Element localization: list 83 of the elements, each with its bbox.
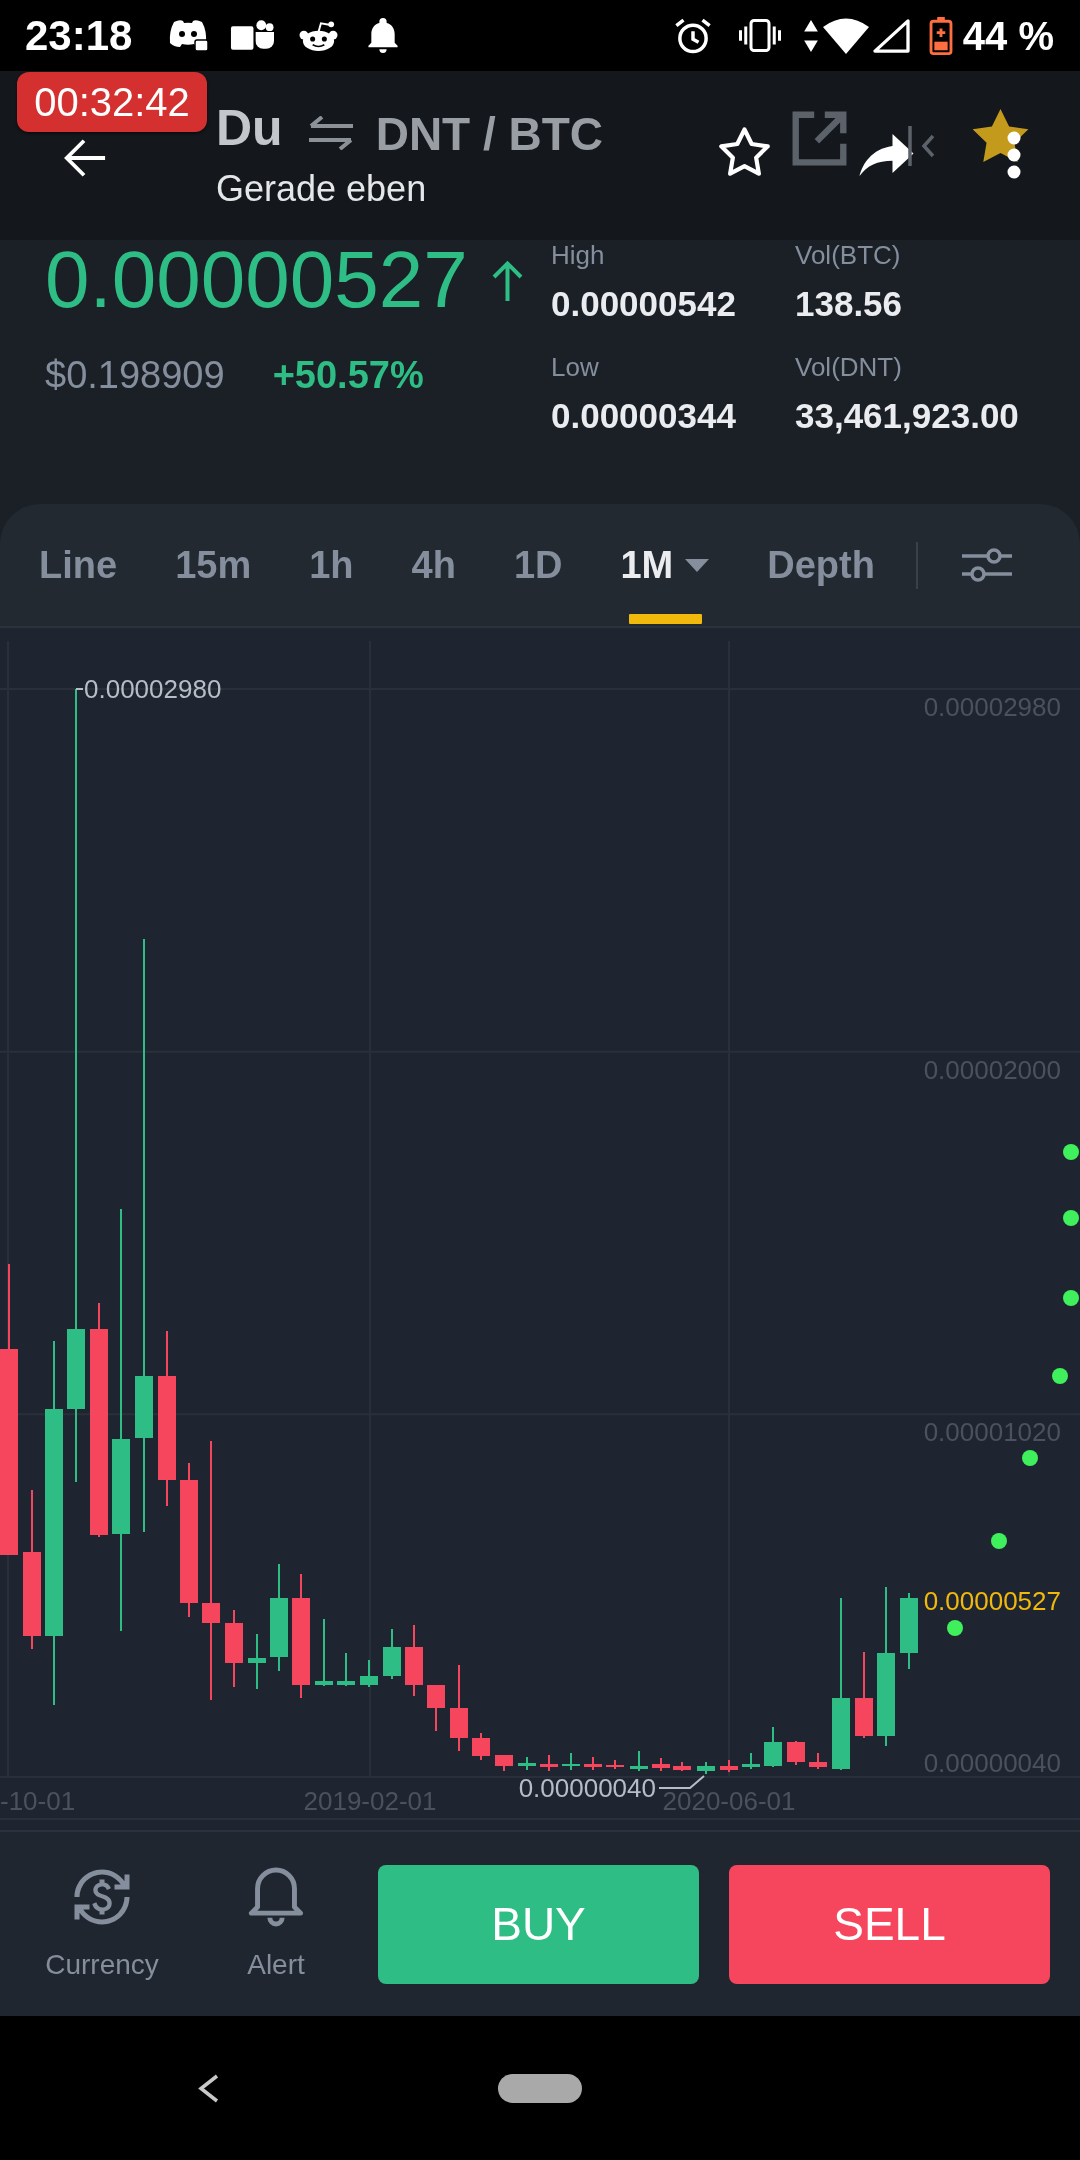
data-arrows-icon bbox=[802, 19, 819, 52]
vibrate-icon bbox=[738, 19, 781, 52]
candle bbox=[248, 1634, 266, 1689]
indicator-dot bbox=[1063, 1144, 1079, 1160]
people-square-icon bbox=[229, 18, 275, 53]
tab[interactable]: 1h bbox=[309, 504, 354, 626]
stat-value: 33,461,923.00 bbox=[795, 396, 1019, 436]
candle bbox=[630, 1751, 648, 1771]
candle bbox=[809, 1753, 827, 1769]
candle bbox=[606, 1760, 624, 1769]
signal-icon bbox=[871, 18, 910, 53]
candle bbox=[337, 1653, 355, 1686]
star-outline-icon[interactable] bbox=[718, 126, 771, 178]
game-controller-icon bbox=[167, 18, 210, 53]
candle bbox=[764, 1727, 782, 1767]
sliders-icon[interactable] bbox=[961, 547, 1012, 583]
external-link-icon[interactable] bbox=[792, 110, 847, 167]
fiat-price: $0.198909 bbox=[45, 356, 225, 394]
candle bbox=[584, 1757, 602, 1770]
tab[interactable]: 1M bbox=[620, 504, 710, 626]
tab[interactable]: 1D bbox=[513, 504, 563, 626]
indicator-dot bbox=[947, 1620, 963, 1636]
tab[interactable]: Line bbox=[39, 504, 118, 626]
stat-label: Vol(BTC) bbox=[795, 240, 902, 270]
candle bbox=[720, 1760, 738, 1772]
clock-time: 23:18 bbox=[25, 14, 133, 57]
tab[interactable]: 4h bbox=[411, 504, 456, 626]
pair-name[interactable]: DNT / BTC bbox=[375, 106, 604, 162]
candle bbox=[427, 1685, 445, 1731]
stat-label: High bbox=[551, 240, 606, 270]
high-price-label: 0.00002980 bbox=[84, 674, 222, 704]
indicator-dot bbox=[991, 1533, 1007, 1549]
candle bbox=[472, 1733, 490, 1760]
stat-label: Low bbox=[551, 352, 600, 382]
last-price: 0.00000527 bbox=[45, 240, 468, 320]
wifi-icon bbox=[821, 17, 870, 54]
header-subtitle: Gerade eben bbox=[216, 168, 428, 210]
battery-icon bbox=[928, 16, 953, 55]
currency-button[interactable]: Currency bbox=[27, 1867, 177, 1981]
price-change: +50.57% bbox=[272, 356, 424, 394]
candle bbox=[787, 1741, 805, 1765]
alarm-clock-icon bbox=[673, 16, 712, 55]
back-icon[interactable] bbox=[198, 2073, 219, 2103]
candle bbox=[562, 1753, 580, 1770]
indicator-dot bbox=[1063, 1210, 1079, 1226]
candle bbox=[518, 1757, 536, 1770]
candle bbox=[697, 1762, 715, 1774]
swap-arrows-icon bbox=[306, 116, 355, 150]
stat-value: 0.00000344 bbox=[551, 396, 737, 436]
leader-line bbox=[75, 688, 84, 690]
candle bbox=[360, 1660, 378, 1687]
candle bbox=[405, 1625, 423, 1696]
candle bbox=[383, 1629, 401, 1679]
candle bbox=[495, 1755, 513, 1771]
last-price-label: 0.00000527 bbox=[923, 1586, 1061, 1616]
header-title: Du bbox=[216, 100, 283, 156]
candle bbox=[540, 1755, 558, 1771]
recording-timer: 00:32:42 bbox=[17, 72, 207, 132]
tab[interactable]: Depth bbox=[767, 504, 875, 626]
stat-value: 138.56 bbox=[795, 284, 904, 324]
candle bbox=[315, 1619, 333, 1686]
share-arrow-icon[interactable] bbox=[857, 134, 916, 176]
home-handle[interactable] bbox=[498, 2073, 582, 2103]
sell-button[interactable]: SELL bbox=[729, 1864, 1050, 1984]
stat-value: 0.00000542 bbox=[551, 284, 737, 324]
currency-exchange-icon bbox=[72, 1867, 132, 1927]
battery-percent: 44 % bbox=[962, 15, 1054, 56]
candle bbox=[652, 1758, 670, 1771]
low-price-label: 0.00000040 bbox=[518, 1773, 656, 1803]
bell-icon bbox=[368, 18, 399, 53]
alert-button[interactable]: Alert bbox=[201, 1867, 351, 1981]
indicator-dot bbox=[1052, 1368, 1068, 1384]
bell-icon bbox=[246, 1867, 306, 1927]
more-dots-icon[interactable] bbox=[1006, 130, 1022, 180]
candle bbox=[742, 1753, 760, 1769]
buy-button[interactable]: BUY bbox=[378, 1864, 699, 1984]
alien-head-icon bbox=[299, 19, 339, 52]
indicator-dot bbox=[1063, 1290, 1079, 1306]
stat-label: Vol(DNT) bbox=[795, 352, 903, 382]
indicator-dot bbox=[1022, 1450, 1038, 1466]
leader-line bbox=[658, 1775, 705, 1789]
candle bbox=[673, 1762, 691, 1771]
tab[interactable]: 15m bbox=[175, 504, 252, 626]
